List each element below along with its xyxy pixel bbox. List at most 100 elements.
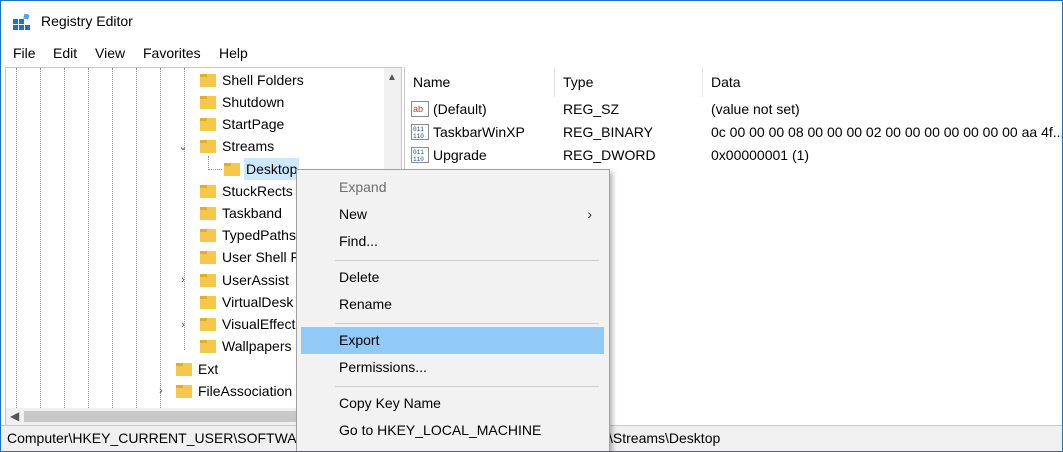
context-menu-copy-key-name[interactable]: Copy Key Name xyxy=(301,390,604,417)
tree-node-label: VisualEffect xyxy=(222,316,296,332)
menu-item-label: Go to HKEY_LOCAL_MACHINE xyxy=(339,422,542,438)
folder-icon xyxy=(200,207,216,220)
title-bar[interactable]: Registry Editor xyxy=(1,1,1062,41)
tree-node-label: UserAssist xyxy=(222,272,289,288)
context-menu-delete[interactable]: Delete xyxy=(301,264,604,291)
menu-item-label: New xyxy=(339,206,368,222)
context-menu: Expand New › Find... Delete Rename Expor… xyxy=(296,169,610,451)
scroll-left-arrow-icon[interactable]: ◀ xyxy=(10,409,19,423)
value-data: 0x00000001 (1) xyxy=(711,147,810,163)
folder-icon xyxy=(200,340,216,353)
tree-node-label: Ext xyxy=(198,361,219,377)
tree-guide-line xyxy=(64,68,65,408)
menu-separator xyxy=(335,323,599,324)
folder-icon xyxy=(176,363,192,376)
scroll-up-arrow-icon[interactable]: ▲ xyxy=(387,72,397,83)
folder-icon xyxy=(200,118,216,131)
value-type: REG_BINARY xyxy=(563,124,653,140)
menu-edit[interactable]: Edit xyxy=(53,45,77,61)
value-name: Upgrade xyxy=(433,147,487,163)
folder-icon xyxy=(200,74,216,87)
tree-node-label: StartPage xyxy=(222,116,285,132)
value-type: REG_SZ xyxy=(563,101,620,117)
tree-guide-line xyxy=(88,68,89,408)
chevron-right-icon: › xyxy=(587,206,592,222)
svg-text:110: 110 xyxy=(413,133,424,140)
context-menu-permissions[interactable]: Permissions... xyxy=(301,354,604,381)
tree-node-label: StuckRects xyxy=(222,183,293,199)
menu-item-label: Rename xyxy=(339,296,392,312)
tree-node-label: Streams xyxy=(222,138,275,154)
folder-icon xyxy=(200,229,216,242)
svg-text:011: 011 xyxy=(413,149,424,156)
folder-icon xyxy=(200,274,216,287)
folder-icon xyxy=(200,318,216,331)
tree-guide-line xyxy=(136,68,137,408)
folder-icon xyxy=(200,296,216,309)
menu-help[interactable]: Help xyxy=(219,45,248,61)
tree-guide-line xyxy=(208,169,222,170)
svg-text:110: 110 xyxy=(413,156,424,163)
folder-icon xyxy=(200,251,216,264)
context-menu-new[interactable]: New › xyxy=(301,201,604,228)
folder-icon xyxy=(200,185,216,198)
chevron-right-icon[interactable]: › xyxy=(156,386,166,397)
menu-separator xyxy=(335,260,599,261)
menu-item-label: Copy Key Name xyxy=(339,395,441,411)
tree-guide-line xyxy=(184,68,185,350)
context-menu-expand[interactable]: Expand xyxy=(301,174,604,201)
context-menu-find[interactable]: Find... xyxy=(301,228,604,255)
folder-icon xyxy=(176,385,192,398)
scrollbar-thumb[interactable] xyxy=(24,411,304,422)
tree-node-label: VirtualDesk xyxy=(222,294,294,310)
menu-item-label: Permissions... xyxy=(339,359,427,375)
tree-node-label: Shutdown xyxy=(222,94,285,110)
folder-icon xyxy=(224,163,240,176)
tree-guide-line xyxy=(16,68,17,408)
binary-value-icon: 011 110 xyxy=(411,147,429,163)
column-header-type[interactable]: Type xyxy=(555,67,703,97)
svg-text:ab: ab xyxy=(413,104,423,114)
registry-editor-window: Registry Editor File Edit View Favorites… xyxy=(0,0,1063,452)
tree-node-label: FileAssociation xyxy=(198,383,293,399)
svg-text:011: 011 xyxy=(413,126,424,133)
tree-node-label: Desktop xyxy=(244,158,300,180)
registry-editor-icon xyxy=(13,13,30,30)
tree-guide-line xyxy=(40,68,41,408)
menu-file[interactable]: File xyxy=(13,45,36,61)
menu-item-label: Expand xyxy=(339,179,387,195)
value-row[interactable]: 011 110 TaskbarWinXP REG_BINARY 0c 00 00… xyxy=(405,121,1063,144)
menu-item-label: Find... xyxy=(339,233,378,249)
menu-item-label: Delete xyxy=(339,269,380,285)
string-value-icon: ab xyxy=(411,101,429,117)
value-row[interactable]: ab (Default) REG_SZ (value not set) xyxy=(405,98,1062,121)
status-path-left: Computer\HKEY_CURRENT_USER\SOFTWAR xyxy=(7,430,307,446)
tree-node-label: TypedPaths xyxy=(222,227,296,243)
chevron-right-icon[interactable]: › xyxy=(178,320,188,331)
status-path-right: \Streams\Desktop xyxy=(609,430,721,446)
window-title: Registry Editor xyxy=(41,13,133,29)
tree-guide-line xyxy=(112,68,113,408)
chevron-right-icon[interactable]: › xyxy=(178,275,188,286)
column-header-name[interactable]: Name xyxy=(405,67,555,97)
context-menu-rename[interactable]: Rename xyxy=(301,291,604,318)
context-menu-goto-hklm[interactable]: Go to HKEY_LOCAL_MACHINE xyxy=(301,417,604,444)
tree-node-label: Wallpapers xyxy=(222,338,292,354)
menu-favorites[interactable]: Favorites xyxy=(143,45,201,61)
menu-view[interactable]: View xyxy=(95,45,125,61)
value-type: REG_DWORD xyxy=(563,147,656,163)
tree-node-label: Taskband xyxy=(222,205,282,221)
binary-value-icon: 011 110 xyxy=(411,124,429,140)
menu-separator xyxy=(335,386,599,387)
folder-icon xyxy=(200,96,216,109)
value-name: (Default) xyxy=(433,101,487,117)
folder-icon xyxy=(200,140,216,153)
value-name: TaskbarWinXP xyxy=(433,124,525,140)
value-data: (value not set) xyxy=(711,101,800,117)
context-menu-export[interactable]: Export xyxy=(301,327,604,354)
value-data: 0c 00 00 00 08 00 00 00 02 00 00 00 00 0… xyxy=(711,124,1063,140)
chevron-down-icon[interactable]: ⌄ xyxy=(178,142,188,153)
value-row[interactable]: 011 110 Upgrade REG_DWORD 0x00000001 (1) xyxy=(405,144,1062,167)
column-header-data[interactable]: Data xyxy=(703,67,1062,97)
tree-guide-line xyxy=(160,68,161,408)
